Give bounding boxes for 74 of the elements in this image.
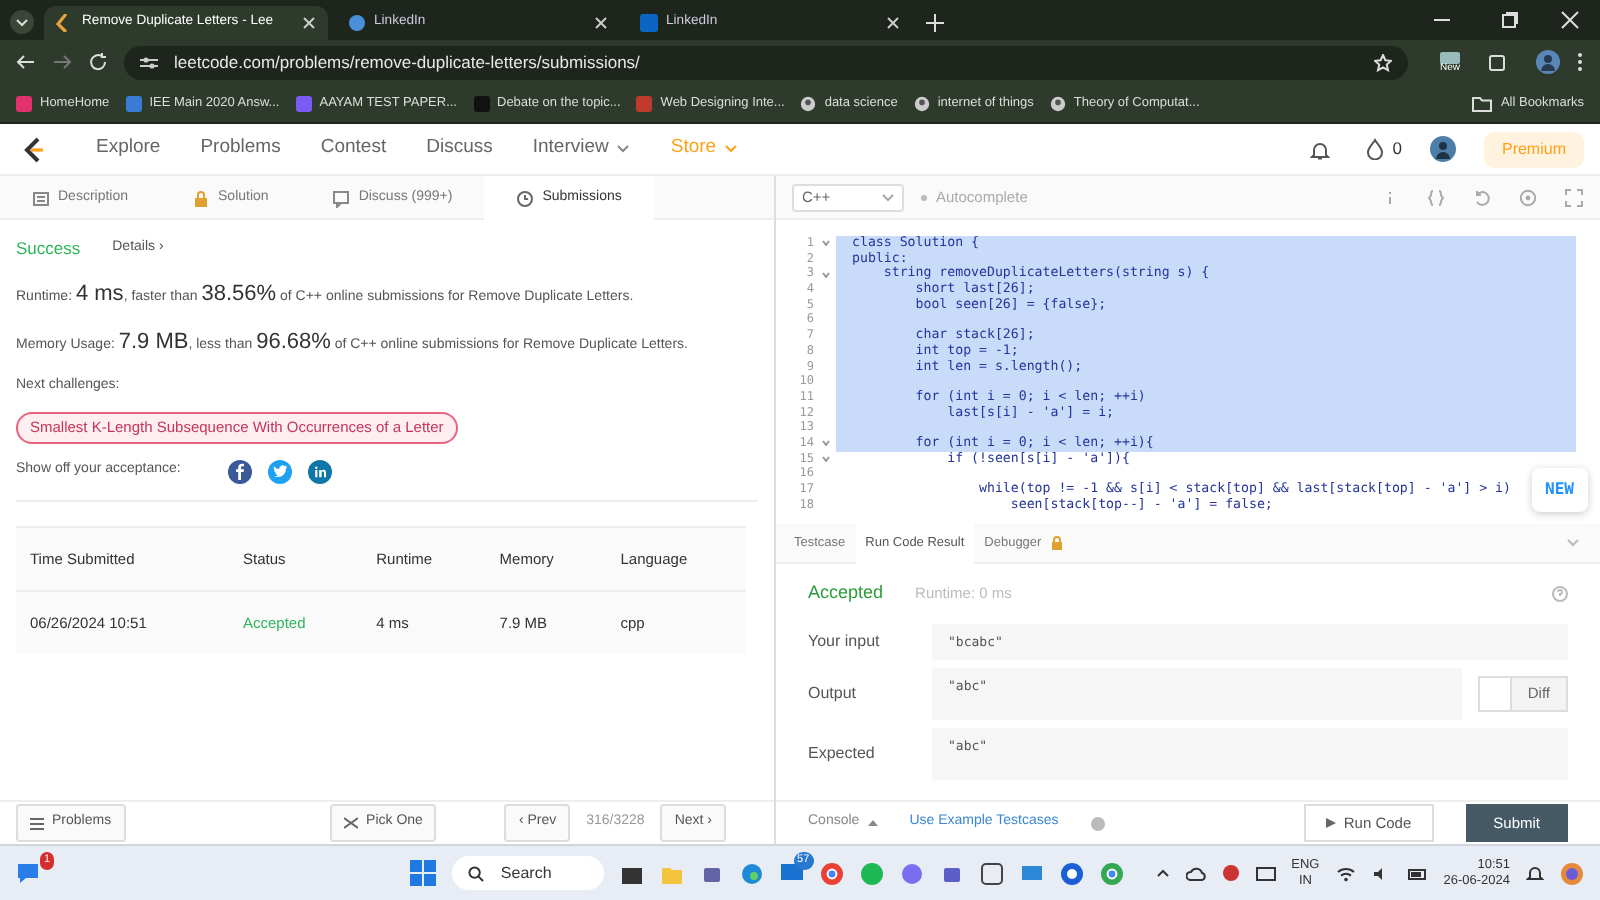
bell-icon[interactable] [1310,139,1331,159]
globe-icon [913,95,930,111]
wifi-icon[interactable] [1335,865,1356,881]
close-icon[interactable] [302,16,316,30]
site-icon [348,14,366,32]
taskbar-search[interactable]: Search [452,856,604,890]
menu-icon[interactable] [1576,52,1584,72]
chevron-down-icon [616,144,631,154]
folder-icon [1472,95,1493,111]
chat-icon [332,189,351,207]
fold-icon[interactable] [822,440,830,447]
restore-icon[interactable] [1500,10,1520,30]
address-bar[interactable]: leetcode.com/problems/remove-duplicate-letters/submissions/ [124,45,1408,79]
nav-link[interactable]: Contest [308,134,399,164]
notification-bell-icon[interactable] [1526,864,1544,882]
nav-link[interactable]: Explore [84,134,173,164]
bookmark-icon [295,95,312,111]
nav-link[interactable]: Problems [188,134,293,164]
cloud-icon[interactable] [1185,865,1206,881]
bookmark-icon [473,95,489,111]
back-icon[interactable] [16,52,36,72]
close-icon[interactable] [1560,10,1580,30]
chevron-down-icon [724,144,739,154]
clock-icon [516,189,535,207]
monitor-icon[interactable] [1019,861,1044,885]
facebook-icon[interactable] [228,459,253,483]
site-settings-icon[interactable] [140,53,158,71]
close-icon[interactable] [594,16,608,30]
url-text: leetcode.com/problems/remove-duplicate-letters/submissions/ [174,49,642,75]
forward-icon[interactable] [52,52,72,72]
close-icon[interactable] [886,16,900,30]
nav-link[interactable]: Discuss [414,134,505,164]
field-label: Your input [808,629,882,653]
chat-app-icon[interactable] [16,860,44,885]
profile-avatar-icon[interactable] [1536,50,1560,74]
keyboard-icon[interactable] [1255,865,1276,881]
dot-icon [920,193,928,201]
globe-icon [800,95,817,111]
field-label: Output [808,681,859,705]
streak-count: 0 [1392,136,1402,162]
logo-icon[interactable] [20,135,48,163]
linkedin-icon[interactable] [308,459,333,483]
shuffle-icon [344,816,359,830]
new-tab-icon[interactable] [926,14,944,32]
puzzle-icon[interactable] [1488,52,1508,72]
list-icon [30,817,44,829]
star-icon[interactable] [1373,53,1392,71]
bookmark-icon [125,95,142,111]
search-icon [468,865,485,881]
user-avatar-icon[interactable] [1429,136,1456,162]
reload-icon[interactable] [88,52,108,72]
document-icon [32,189,50,207]
lock-icon [192,189,211,207]
nav-link[interactable]: Interview [520,134,643,164]
fold-icon[interactable] [822,240,830,247]
field-label: Expected [808,741,877,765]
bookmark-icon [16,95,32,111]
extension-icon[interactable] [1439,51,1460,63]
caret-up-icon [867,820,878,826]
status-text: Success [16,236,81,262]
bookmark-icon [636,95,653,111]
chevron-up-icon[interactable] [1155,868,1170,878]
verdict-text: Accepted [808,580,884,606]
twitter-icon[interactable] [268,459,293,483]
battery-icon[interactable] [1407,865,1428,881]
flame-icon[interactable] [1366,138,1385,160]
fold-icon[interactable] [822,271,830,278]
chevron-down-icon [882,193,894,201]
tab-list-icon[interactable] [8,8,36,36]
fold-icon[interactable] [822,455,830,462]
globe-icon [1049,95,1066,111]
site-icon [640,14,658,32]
start-icon[interactable] [410,860,437,886]
play-icon [1325,818,1336,828]
